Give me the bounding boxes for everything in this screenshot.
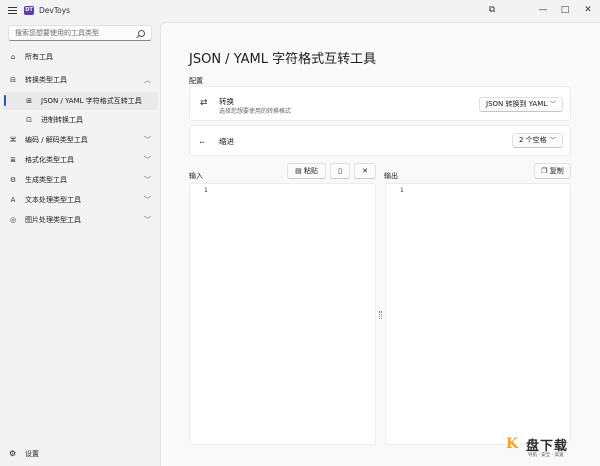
indent-title: 缩进 [219,137,234,146]
sidebar-item-label: 进制转换工具 [41,116,83,124]
hamburger-menu-icon[interactable] [8,7,17,14]
indent-dropdown[interactable]: 2 个空格 ﹀ [512,133,563,148]
search-placeholder: 搜索您想要使用的工具类型 [15,29,99,37]
generate-icon: ⚙ [9,176,17,184]
number-base-icon: ⊡ [26,116,32,124]
chevron-down-icon: ﹀ [549,101,556,108]
config-section-label: 配置 [189,77,203,85]
output-label: 输出 [384,172,398,180]
indent-value: 2 个空格 [519,136,547,144]
chevron-down-icon: ﹀ [144,196,151,204]
minimize-button[interactable]: — [535,3,551,17]
sidebar-item-label: 文本处理类型工具 [25,196,81,204]
gear-icon: ⚙ [9,449,17,458]
window-title: DevToys [39,6,71,15]
search-input[interactable]: 搜索您想要使用的工具类型 [8,25,152,41]
input-editor[interactable]: 1 [189,183,376,445]
copy-label: 复制 [549,167,564,175]
sidebar-item-label: 编码 / 解码类型工具 [25,136,88,144]
line-number: 1 [204,187,208,194]
close-window-button[interactable]: ✕ [580,3,596,17]
settings-label: 设置 [25,450,39,458]
paste-label: 粘贴 [303,167,318,175]
conversion-setting-card: ⇄ 转换 选择您想要使用的转换格式 JSON 转换到 YAML ﹀ [189,86,571,121]
sidebar-item-text[interactable]: A 文本处理类型工具 ﹀ [3,191,158,209]
chevron-down-icon: ﹀ [144,156,151,164]
watermark-logo: K 盘下载 导航 · 安全 · 高速 [506,434,586,460]
file-icon: ▯ [338,167,342,175]
chevron-down-icon: ﹀ [144,176,151,184]
close-icon: ✕ [362,167,368,175]
sidebar-item-label: 转换类型工具 [25,76,67,84]
convert-icon: ⊟ [10,76,16,84]
open-file-button[interactable]: ▯ [330,163,350,179]
maximize-button[interactable]: □ [557,3,573,17]
format-icon: ≣ [10,156,16,164]
text-icon: A [10,196,16,204]
sidebar-item-formatters[interactable]: ≣ 格式化类型工具 ﹀ [3,151,158,169]
conversion-value: JSON 转换到 YAML [486,100,548,108]
sidebar-item-label: 生成类型工具 [25,176,67,184]
copy-icon: ❐ [541,167,548,175]
output-editor[interactable]: 1 [385,183,571,445]
sidebar-item-encoders[interactable]: ⌘ 编码 / 解码类型工具 ﹀ [3,131,158,149]
watermark-slogan: 导航 · 安全 · 高速 [528,453,564,458]
indent-icon: ⎵ [200,134,204,144]
chevron-down-icon: ﹀ [549,137,556,144]
title-bar: DT DevToys ⧉ — □ ✕ [0,0,600,22]
sidebar-item-label: JSON / YAML 字符格式互转工具 [41,97,142,105]
sidebar-item-settings[interactable]: ⚙ 设置 [3,445,158,461]
sidebar-item-number-base[interactable]: ⊡ 进制转换工具 [3,111,158,129]
encode-icon: ⌘ [9,136,17,144]
page-title: JSON / YAML 字符格式互转工具 [189,52,377,67]
sidebar-item-label: 格式化类型工具 [25,156,74,164]
splitter-handle[interactable] [379,311,382,319]
sidebar-item-label: 所有工具 [25,53,53,61]
image-icon: ◎ [9,216,17,224]
sidebar-item-label: 图片处理类型工具 [25,216,81,224]
indent-setting-card: ⎵ 缩进 2 个空格 ﹀ [189,125,571,156]
input-label: 输入 [189,172,203,180]
sidebar-item-graphic[interactable]: ◎ 图片处理类型工具 ﹀ [3,211,158,229]
swap-arrows-icon: ⇄ [200,98,208,108]
clear-button[interactable]: ✕ [354,163,376,179]
sidebar-item-converters[interactable]: ⊟ 转换类型工具 ︿ [3,71,158,89]
sidebar-item-all-tools[interactable]: ⌂ 所有工具 [3,48,158,66]
sidebar-item-generators[interactable]: ⚙ 生成类型工具 ﹀ [3,171,158,189]
conversion-description: 选择您想要使用的转换格式 [219,108,292,115]
chevron-up-icon: ︿ [144,76,151,84]
sidebar-item-json-yaml[interactable]: ⊞ JSON / YAML 字符格式互转工具 [3,92,158,110]
chevron-down-icon: ﹀ [144,216,151,224]
chevron-down-icon: ﹀ [144,136,151,144]
json-yaml-icon: ⊞ [26,97,32,105]
conversion-dropdown[interactable]: JSON 转换到 YAML ﹀ [479,97,563,112]
clipboard-icon: ▤ [295,167,302,175]
watermark-k-icon: K [506,436,519,452]
paste-button[interactable]: ▤ 粘贴 [287,163,326,179]
copy-button[interactable]: ❐ 复制 [534,163,571,179]
app-logo-icon: DT [24,6,34,15]
line-number: 1 [400,187,404,194]
selection-indicator [4,95,6,106]
home-icon: ⌂ [10,53,16,61]
search-icon[interactable] [138,29,145,37]
snap-layout-icon[interactable]: ⧉ [484,3,500,17]
